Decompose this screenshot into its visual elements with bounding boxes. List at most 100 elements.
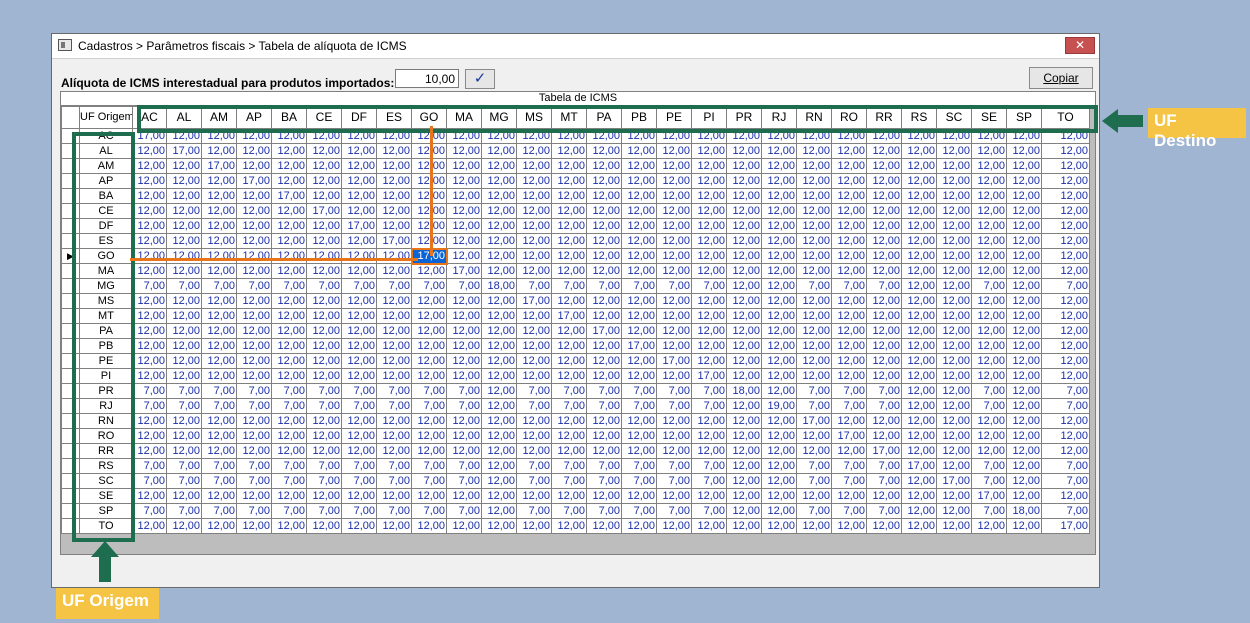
rate-cell[interactable]: 12,00: [866, 518, 902, 534]
rate-cell[interactable]: 12,00: [551, 263, 587, 279]
rate-cell[interactable]: 12,00: [411, 443, 447, 459]
rate-cell[interactable]: 7,00: [866, 383, 902, 399]
rate-cell[interactable]: 12,00: [341, 188, 377, 204]
rate-cell[interactable]: 12,00: [901, 263, 937, 279]
rate-cell[interactable]: 12,00: [132, 263, 167, 279]
rate-cell[interactable]: 12,00: [831, 188, 867, 204]
rate-cell[interactable]: 12,00: [761, 503, 797, 519]
rate-cell[interactable]: 12,00: [901, 503, 937, 519]
rate-cell[interactable]: 12,00: [236, 143, 272, 159]
rate-cell[interactable]: 12,00: [516, 308, 552, 324]
rate-cell[interactable]: 12,00: [621, 488, 657, 504]
rate-cell[interactable]: 12,00: [901, 443, 937, 459]
rate-cell[interactable]: 12,00: [936, 338, 972, 354]
rate-cell[interactable]: 7,00: [866, 458, 902, 474]
rate-cell[interactable]: 12,00: [446, 443, 482, 459]
rate-cell[interactable]: 12,00: [132, 143, 167, 159]
rate-cell[interactable]: 12,00: [446, 143, 482, 159]
rate-cell[interactable]: 12,00: [201, 248, 237, 264]
rate-cell[interactable]: 7,00: [796, 503, 832, 519]
rate-cell[interactable]: 12,00: [726, 323, 762, 339]
rate-cell[interactable]: 12,00: [1041, 203, 1090, 219]
rate-cell[interactable]: 12,00: [516, 488, 552, 504]
rate-cell[interactable]: 7,00: [132, 473, 167, 489]
rate-cell[interactable]: 7,00: [796, 398, 832, 414]
rate-cell[interactable]: 12,00: [271, 413, 307, 429]
rate-cell[interactable]: 12,00: [656, 338, 692, 354]
rate-cell[interactable]: 12,00: [1041, 248, 1090, 264]
rate-cell[interactable]: 12,00: [1006, 368, 1042, 384]
rate-cell[interactable]: 12,00: [236, 443, 272, 459]
rate-cell[interactable]: 12,00: [796, 233, 832, 249]
rate-cell[interactable]: 7,00: [236, 383, 272, 399]
rate-cell[interactable]: 12,00: [831, 518, 867, 534]
rate-cell[interactable]: 7,00: [691, 473, 727, 489]
rate-cell[interactable]: 12,00: [936, 278, 972, 294]
rate-cell[interactable]: 12,00: [831, 233, 867, 249]
rate-cell[interactable]: 17,00: [901, 458, 937, 474]
rate-cell[interactable]: 12,00: [936, 458, 972, 474]
rate-cell[interactable]: 12,00: [1006, 203, 1042, 219]
rate-cell[interactable]: 12,00: [866, 188, 902, 204]
rate-cell[interactable]: 12,00: [132, 488, 167, 504]
rate-cell[interactable]: 12,00: [866, 293, 902, 309]
rate-cell[interactable]: 12,00: [656, 218, 692, 234]
rate-cell[interactable]: 12,00: [831, 308, 867, 324]
rate-cell[interactable]: 12,00: [726, 218, 762, 234]
rate-cell[interactable]: 12,00: [796, 218, 832, 234]
rate-cell[interactable]: 12,00: [866, 143, 902, 159]
rate-cell[interactable]: 12,00: [1041, 338, 1090, 354]
rate-cell[interactable]: 7,00: [621, 503, 657, 519]
rate-cell[interactable]: 12,00: [586, 293, 622, 309]
rate-cell[interactable]: 12,00: [516, 338, 552, 354]
rate-cell[interactable]: 12,00: [341, 368, 377, 384]
rate-cell[interactable]: 12,00: [411, 293, 447, 309]
rate-cell[interactable]: 12,00: [726, 353, 762, 369]
rate-cell[interactable]: 12,00: [551, 323, 587, 339]
rate-cell[interactable]: 12,00: [551, 143, 587, 159]
rate-cell[interactable]: 12,00: [132, 353, 167, 369]
rate-cell[interactable]: 12,00: [236, 218, 272, 234]
rate-cell[interactable]: 12,00: [831, 353, 867, 369]
rate-cell[interactable]: 12,00: [656, 263, 692, 279]
rate-cell[interactable]: 12,00: [866, 368, 902, 384]
close-button[interactable]: ✕: [1065, 37, 1095, 54]
rate-cell[interactable]: 12,00: [411, 143, 447, 159]
rate-cell[interactable]: 7,00: [1041, 458, 1090, 474]
rate-cell[interactable]: 12,00: [551, 173, 587, 189]
rate-cell[interactable]: 17,00: [866, 443, 902, 459]
rate-cell[interactable]: 12,00: [621, 218, 657, 234]
rate-cell[interactable]: 12,00: [271, 308, 307, 324]
rate-cell[interactable]: 7,00: [446, 458, 482, 474]
rate-cell[interactable]: 12,00: [551, 233, 587, 249]
rate-cell[interactable]: 12,00: [586, 188, 622, 204]
rate-cell[interactable]: 12,00: [971, 518, 1007, 534]
rate-cell[interactable]: 12,00: [761, 233, 797, 249]
rate-cell[interactable]: 12,00: [411, 233, 447, 249]
rate-cell[interactable]: 7,00: [376, 503, 412, 519]
rate-cell[interactable]: 18,00: [726, 383, 762, 399]
rate-cell[interactable]: 12,00: [691, 338, 727, 354]
rate-cell[interactable]: 7,00: [166, 503, 202, 519]
rate-cell[interactable]: 12,00: [691, 173, 727, 189]
rate-cell[interactable]: 12,00: [411, 158, 447, 174]
rate-cell[interactable]: 12,00: [271, 443, 307, 459]
rate-cell[interactable]: 18,00: [1006, 503, 1042, 519]
rate-cell[interactable]: 12,00: [831, 248, 867, 264]
rate-cell[interactable]: 12,00: [901, 323, 937, 339]
rate-cell[interactable]: 12,00: [306, 143, 342, 159]
rate-cell[interactable]: 12,00: [1041, 218, 1090, 234]
rate-cell[interactable]: 12,00: [1006, 263, 1042, 279]
rate-cell[interactable]: 7,00: [691, 458, 727, 474]
rate-cell[interactable]: 12,00: [166, 428, 202, 444]
rate-cell[interactable]: 7,00: [236, 398, 272, 414]
rate-cell[interactable]: 12,00: [271, 323, 307, 339]
rate-cell[interactable]: 7,00: [971, 458, 1007, 474]
rate-cell[interactable]: 12,00: [132, 443, 167, 459]
rate-cell[interactable]: 12,00: [901, 278, 937, 294]
rate-cell[interactable]: 12,00: [306, 233, 342, 249]
rate-cell[interactable]: 12,00: [761, 458, 797, 474]
rate-cell[interactable]: 12,00: [936, 263, 972, 279]
rate-cell[interactable]: 12,00: [411, 518, 447, 534]
rate-cell[interactable]: 12,00: [201, 353, 237, 369]
